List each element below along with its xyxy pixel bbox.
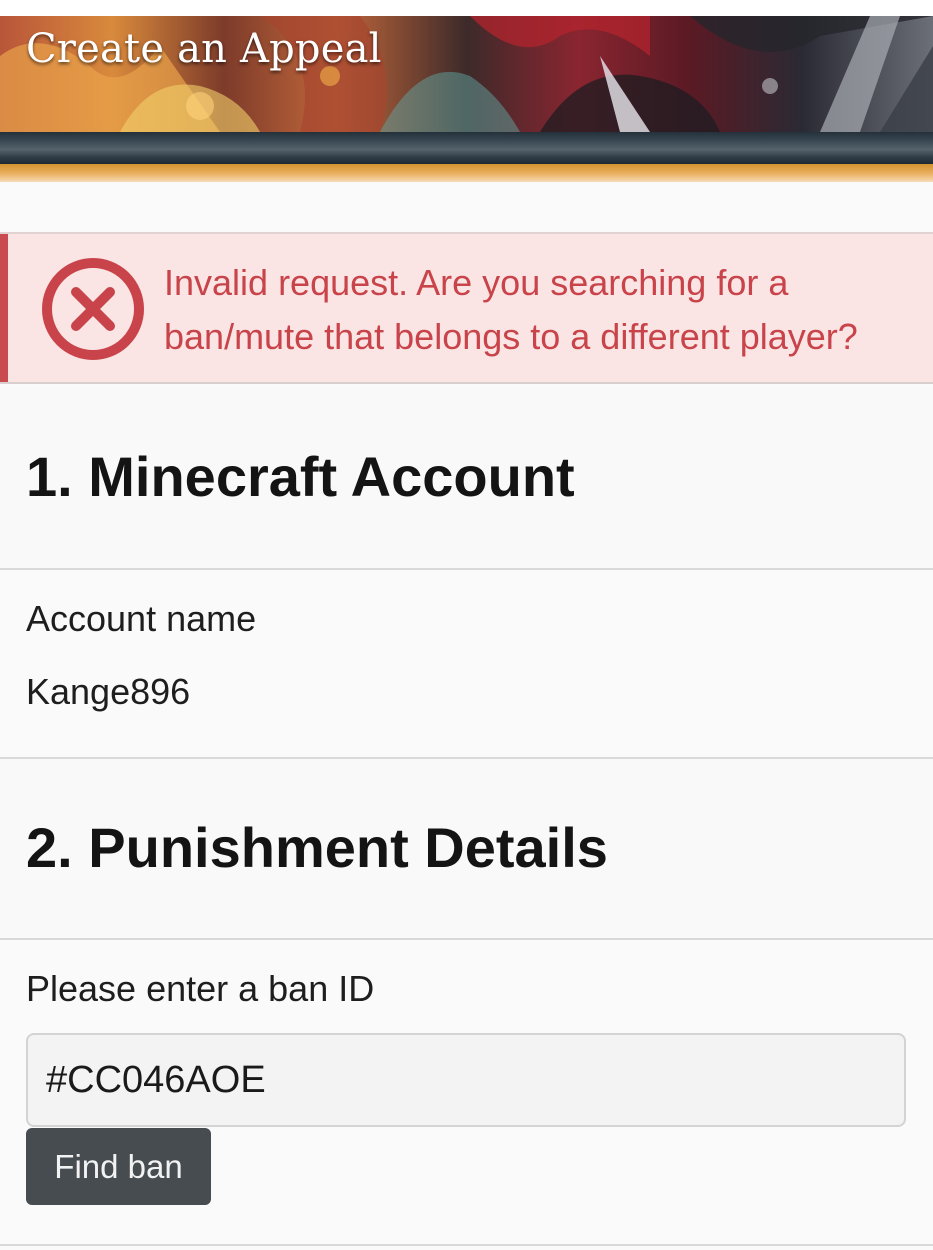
ban-id-input[interactable] xyxy=(26,1033,906,1127)
account-name-value: Kange896 xyxy=(26,671,191,712)
banner-trim xyxy=(0,164,933,182)
find-ban-button[interactable]: Find ban xyxy=(26,1128,211,1205)
error-alert: Invalid request. Are you searching for a… xyxy=(0,232,933,384)
top-strip xyxy=(0,0,933,16)
account-section-header: 1. Minecraft Account xyxy=(0,386,933,568)
ban-id-label: Please enter a ban ID xyxy=(26,968,375,1009)
x-circle-icon xyxy=(42,258,144,360)
banner-frame xyxy=(0,132,933,164)
divider xyxy=(0,568,933,570)
header-banner: Create an Appeal xyxy=(0,16,933,132)
page-title: Create an Appeal xyxy=(26,26,382,72)
alert-accent-bar xyxy=(0,234,8,382)
alert-message: Invalid request. Are you searching for a… xyxy=(164,262,858,357)
punishment-section-header: 2. Punishment Details xyxy=(0,759,933,938)
section-title: 1. Minecraft Account xyxy=(26,445,575,508)
section-title: 2. Punishment Details xyxy=(26,816,608,879)
divider xyxy=(0,1244,933,1246)
divider xyxy=(0,938,933,940)
account-name-label: Account name xyxy=(26,598,257,639)
